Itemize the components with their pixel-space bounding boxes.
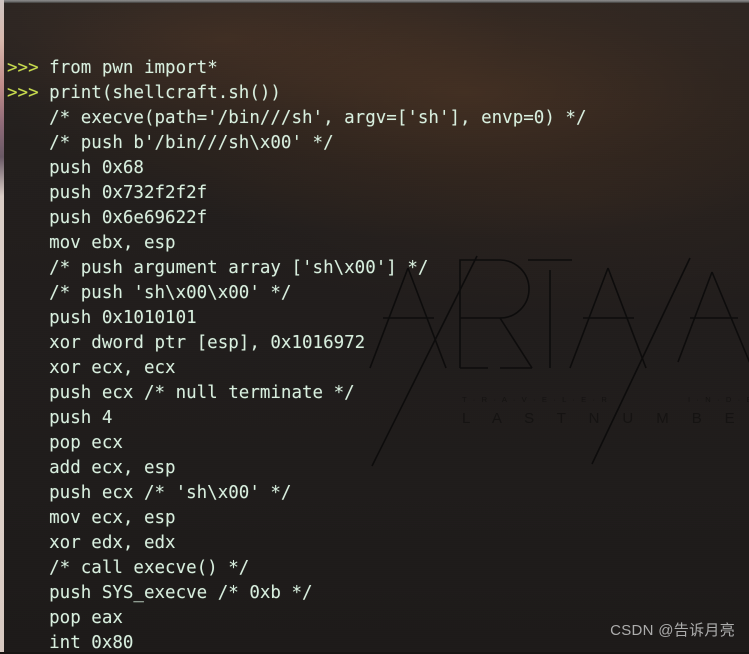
terminal-line-text: push 4 <box>7 408 113 428</box>
terminal-line-text: int 0x80 <box>7 633 134 653</box>
terminal-line-text: from pwn import* <box>49 58 218 78</box>
terminal-line-text: push 0x68 <box>7 158 144 178</box>
terminal-line-text: print(shellcraft.sh()) <box>49 83 281 103</box>
terminal-line: /* push 'sh\x00\x00' */ <box>0 281 749 306</box>
terminal-line-text: push ecx /* null terminate */ <box>7 383 355 403</box>
terminal-line: push 4 <box>0 406 749 431</box>
terminal-line: pop ecx <box>0 431 749 456</box>
terminal-line-text: /* push b'/bin///sh\x00' */ <box>7 133 334 153</box>
terminal-line: /* push b'/bin///sh\x00' */ <box>0 131 749 156</box>
terminal-line-text: push 0x6e69622f <box>7 208 208 228</box>
terminal-line-text: push SYS_execve /* 0xb */ <box>7 583 313 603</box>
terminal-line: xor edx, edx <box>0 531 749 556</box>
terminal-output-area[interactable]: >>> from pwn import* >>> print(shellcraft… <box>0 3 749 654</box>
terminal-line: xor ecx, ecx <box>0 356 749 381</box>
terminal-line: mov ebx, esp <box>0 231 749 256</box>
terminal-line: mov ecx, esp <box>0 506 749 531</box>
terminal-window[interactable]: T · R · A · V · E · L · E · R I · N · D … <box>0 0 749 654</box>
prompt-symbol: >>> <box>7 58 50 78</box>
terminal-line-text: /* execve(path='/bin///sh', argv=['sh'],… <box>7 108 587 128</box>
terminal-line: >>> print(shellcraft.sh()) <box>0 81 749 106</box>
terminal-line-text: xor edx, edx <box>7 533 176 553</box>
terminal-line-text: add ecx, esp <box>7 458 176 478</box>
terminal-line-text: push 0x732f2f2f <box>7 183 208 203</box>
terminal-line: /* execve(path='/bin///sh', argv=['sh'],… <box>0 106 749 131</box>
terminal-line-text: mov ebx, esp <box>7 233 176 253</box>
csdn-watermark: CSDN @告诉月亮 <box>610 622 735 639</box>
terminal-line: xor dword ptr [esp], 0x1016972 <box>0 331 749 356</box>
terminal-line-text: push 0x1010101 <box>7 308 197 328</box>
terminal-line: push ecx /* null terminate */ <box>0 381 749 406</box>
terminal-line-text: /* push 'sh\x00\x00' */ <box>7 283 292 303</box>
terminal-line-text: xor dword ptr [esp], 0x1016972 <box>7 333 366 353</box>
window-top-edge <box>0 0 749 3</box>
terminal-line: /* push argument array ['sh\x00'] */ <box>0 256 749 281</box>
window-left-edge <box>0 0 4 654</box>
terminal-line: >>> from pwn import* <box>0 56 749 81</box>
terminal-line: push 0x6e69622f <box>0 206 749 231</box>
terminal-line-text: push ecx /* 'sh\x00' */ <box>7 483 292 503</box>
terminal-lines: >>> from pwn import* >>> print(shellcraft… <box>0 56 749 654</box>
terminal-line-text: /* call execve() */ <box>7 558 250 578</box>
terminal-line: push ecx /* 'sh\x00' */ <box>0 481 749 506</box>
terminal-line: push 0x68 <box>0 156 749 181</box>
terminal-line-text: /* push argument array ['sh\x00'] */ <box>7 258 429 278</box>
terminal-line-text: mov ecx, esp <box>7 508 176 528</box>
terminal-line: push 0x732f2f2f <box>0 181 749 206</box>
terminal-line-text: pop eax <box>7 608 123 628</box>
terminal-line-text: pop ecx <box>7 433 123 453</box>
terminal-line: /* call execve() */ <box>0 556 749 581</box>
terminal-line: push SYS_execve /* 0xb */ <box>0 581 749 606</box>
prompt-symbol: >>> <box>7 83 50 103</box>
terminal-line: add ecx, esp <box>0 456 749 481</box>
terminal-line: push 0x1010101 <box>0 306 749 331</box>
terminal-line-text: xor ecx, ecx <box>7 358 176 378</box>
